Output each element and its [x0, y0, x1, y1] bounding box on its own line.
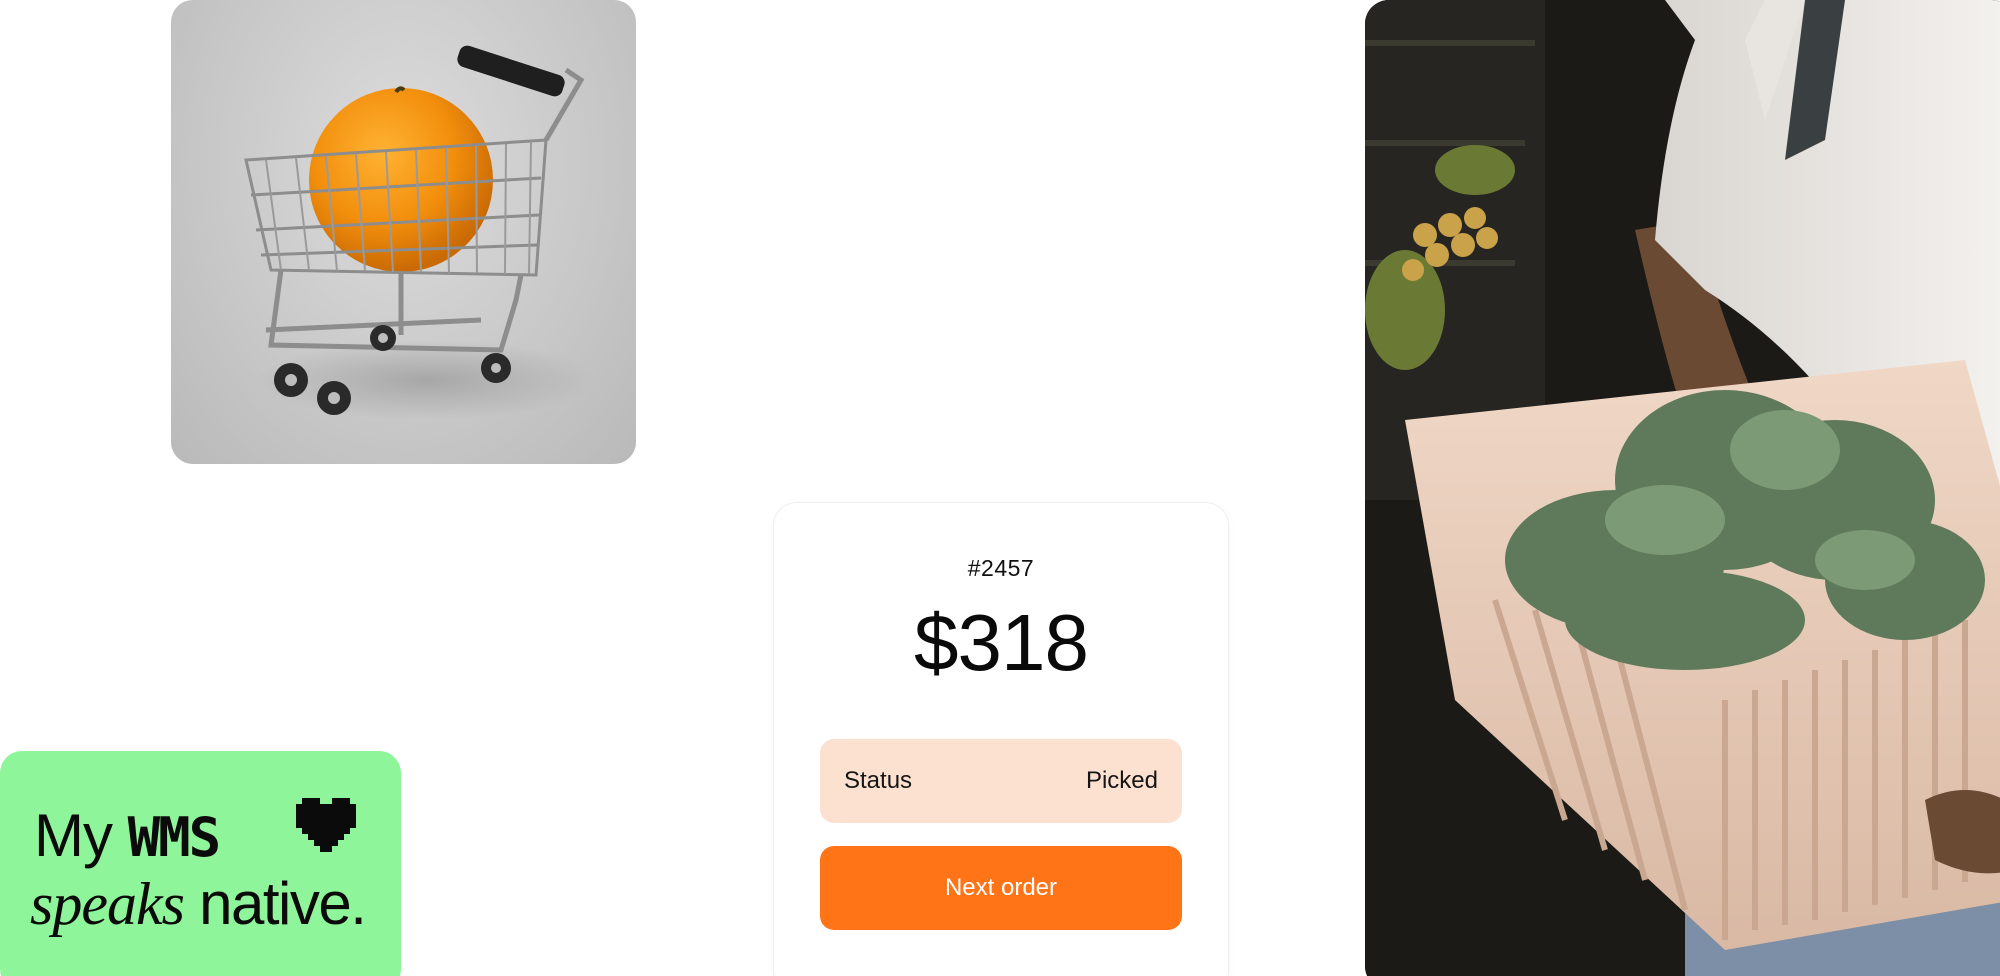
status-value: Picked — [1085, 767, 1158, 794]
status-label: Status — [844, 767, 913, 794]
order-number: #2457 — [967, 555, 1035, 581]
tagline-prefix: My — [34, 802, 113, 869]
tagline-brand: WMS — [127, 806, 222, 869]
tagline-rest: native. — [199, 870, 367, 937]
tagline-line-1: My WMS — [34, 801, 222, 870]
tagline-card: My WMS speaks native. — [0, 751, 401, 976]
tagline-italic-word: speaks — [30, 871, 185, 937]
worker-crate-image — [1365, 0, 2000, 976]
pixel-heart-icon — [296, 798, 356, 852]
next-order-button[interactable]: Next order — [820, 846, 1182, 930]
cart-orange-image — [171, 0, 636, 464]
tagline-line-2: speaks native. — [30, 869, 367, 939]
order-card: #2457 $318 Status Picked Next order — [773, 502, 1229, 976]
order-amount: $318 — [914, 598, 1089, 687]
order-status-row: Status Picked — [820, 739, 1182, 823]
page-canvas: #2457 $318 Status Picked Next order My W… — [0, 0, 2000, 976]
